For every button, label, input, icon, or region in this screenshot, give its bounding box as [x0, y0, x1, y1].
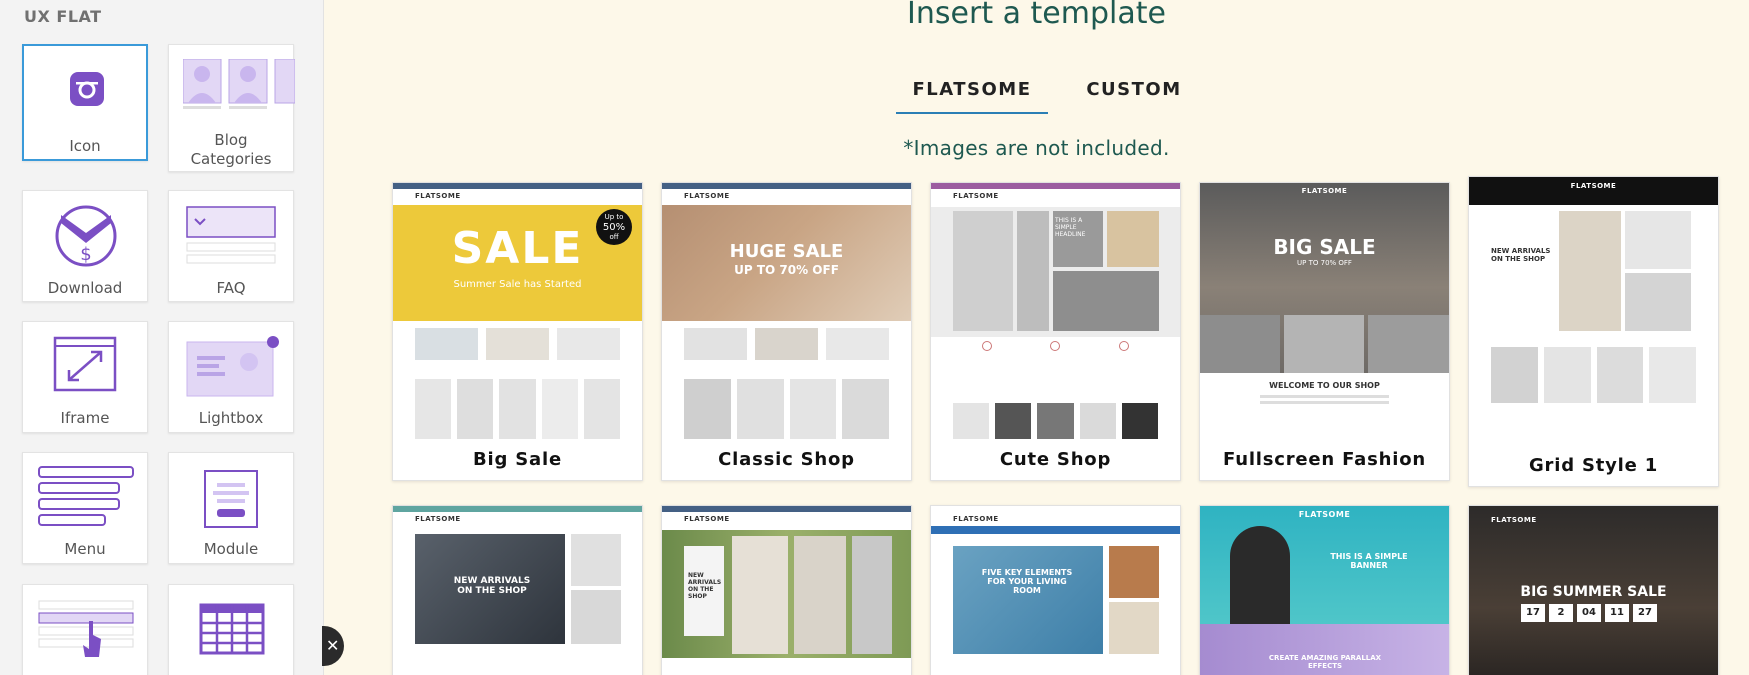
hero-headline: HUGE SALE [729, 241, 844, 262]
template-thumbnail: FLATSOME NEW ARRIVALS ON THE SHOP [1469, 177, 1718, 447]
lightbox-icon [186, 336, 279, 397]
instagram-icon [70, 72, 104, 106]
template-name: Cute Shop [999, 449, 1112, 470]
iframe-icon [53, 336, 117, 392]
template-thumbnail: FLATSOME SALE NEW ARRIVALS ON THE SHOP [393, 506, 642, 675]
countdown: 17 2 04 11 27 [1521, 604, 1657, 622]
element-lightbox[interactable]: Lightbox [168, 321, 294, 433]
template-logo: FLATSOME [415, 192, 461, 200]
template-card[interactable]: FLATSOME FIVE KEY ELEMENTS FOR YOUR LIVI… [930, 505, 1181, 675]
download-icon: $ [55, 205, 117, 267]
hero-headline: FIVE KEY ELEMENTS FOR YOUR LIVING ROOM [981, 568, 1073, 595]
images-note: *Images are not included. [903, 136, 1170, 160]
hero-subtext: UP TO 70% OFF [1297, 259, 1352, 267]
menu-click-icon [38, 600, 134, 657]
hero-headline: THIS IS A SIMPLE BANNER [1330, 552, 1408, 570]
template-logo: FLATSOME [1298, 510, 1351, 519]
element-iframe[interactable]: Iframe [22, 321, 148, 433]
template-logo: FLATSOME [953, 515, 999, 523]
panel-title: UX FLAT [24, 7, 102, 26]
hero-subtext: Summer Sale has Started [453, 279, 582, 290]
svg-text:$: $ [80, 244, 91, 265]
template-card[interactable]: FLATSOME SALE Summer Sale has Started Up… [392, 182, 643, 481]
hero-subtext: UP TO 70% OFF [734, 263, 839, 277]
element-label: Download [47, 279, 123, 297]
template-card[interactable]: FLATSOME SALE NEW ARRIVALS ON THE SHOP [392, 505, 643, 675]
welcome-heading: WELCOME TO OUR SHOP [1269, 381, 1380, 390]
element-menu[interactable]: Menu [22, 452, 148, 564]
table-icon [199, 603, 265, 655]
template-thumbnail: FLATSOME THIS IS A SIMPLE BANNER CREATE … [1200, 506, 1449, 675]
hero-subtext: CREATE AMAZING PARALLAX EFFECTS [1268, 654, 1382, 670]
hero-headline: THIS IS A SIMPLE HEADLINE [1055, 217, 1086, 238]
element-icon[interactable]: Icon [22, 44, 148, 161]
template-name: Classic Shop [718, 449, 855, 470]
tab-custom[interactable]: CUSTOM [1066, 72, 1202, 114]
template-logo: FLATSOME [953, 192, 999, 200]
template-logo: FLATSOME [684, 192, 730, 200]
template-card[interactable]: FLATSOME HUGE SALE UP TO 70% OFF Classic… [661, 182, 912, 481]
template-thumbnail: FLATSOME BIG SALE UP TO 70% OFF WELCOME … [1200, 183, 1449, 445]
close-icon: ✕ [326, 636, 340, 655]
template-card[interactable]: FLATSOME NEW ARRIVALS ON THE SHOP Grid S… [1468, 176, 1719, 487]
hero-headline: BIG SALE [1273, 235, 1376, 259]
template-thumbnail: FLATSOME FIVE KEY ELEMENTS FOR YOUR LIVI… [931, 506, 1180, 675]
template-card[interactable]: FLATSOME BIG SUMMER SALE 17 2 04 11 27 [1468, 505, 1719, 675]
element-module[interactable]: Module [168, 452, 294, 564]
discount-badge: Up to 50% off [596, 209, 632, 245]
module-icon [204, 470, 258, 528]
element-download[interactable]: $ Download [22, 190, 148, 302]
blog-categories-icon [183, 59, 295, 109]
element-table[interactable] [168, 584, 294, 675]
template-name: Fullscreen Fashion [1223, 449, 1426, 470]
template-card[interactable]: FLATSOME NEW ARRIVALS ON THE SHOP [661, 505, 912, 675]
element-label: Menu [64, 540, 106, 558]
element-label: Iframe [60, 409, 110, 427]
template-thumbnail: FLATSOME SALE Summer Sale has Started Up… [393, 183, 642, 445]
template-logo: FLATSOME [415, 515, 461, 523]
elements-panel: UX FLAT Icon Blog Categories $ Download … [0, 0, 324, 675]
template-name: Grid Style 1 [1528, 455, 1659, 476]
hero-headline: NEW ARRIVALS ON THE SHOP [453, 576, 531, 596]
element-label: Lightbox [198, 409, 264, 427]
template-logo: FLATSOME [1491, 516, 1537, 524]
template-name: Big Sale [473, 449, 562, 470]
template-thumbnail: FLATSOME NEW ARRIVALS ON THE SHOP [662, 506, 911, 675]
element-blog-categories[interactable]: Blog Categories [168, 44, 295, 172]
tab-flatsome[interactable]: FLATSOME [896, 72, 1048, 114]
element-label: Icon [69, 137, 101, 155]
template-card[interactable]: FLATSOME THIS IS A SIMPLE HEADLINE Cute … [930, 182, 1181, 481]
element-label: Module [203, 540, 259, 558]
hero-headline: BIG SUMMER SALE [1520, 584, 1667, 600]
element-label: Blog Categories [190, 131, 272, 168]
template-card[interactable]: FLATSOME BIG SALE UP TO 70% OFF WELCOME … [1199, 182, 1450, 481]
element-tabs[interactable] [22, 584, 148, 675]
element-faq[interactable]: FAQ [168, 190, 294, 302]
template-logo: FLATSOME [684, 515, 730, 523]
page-title: Insert a template [907, 0, 1166, 31]
hero-headline: NEW ARRIVALS ON THE SHOP [688, 572, 722, 600]
menu-icon [38, 466, 134, 526]
hero-headline: NEW ARRIVALS ON THE SHOP [1491, 247, 1551, 263]
collapse-panel-button[interactable]: ✕ [322, 626, 344, 666]
template-logo: FLATSOME [1570, 182, 1617, 190]
faq-icon [186, 206, 276, 264]
element-label: FAQ [216, 279, 246, 297]
template-thumbnail: FLATSOME HUGE SALE UP TO 70% OFF [662, 183, 911, 445]
template-thumbnail: FLATSOME THIS IS A SIMPLE HEADLINE [931, 183, 1180, 445]
template-logo: FLATSOME [1301, 187, 1348, 195]
template-thumbnail: FLATSOME BIG SUMMER SALE 17 2 04 11 27 [1469, 506, 1718, 675]
template-card[interactable]: FLATSOME THIS IS A SIMPLE BANNER CREATE … [1199, 505, 1450, 675]
